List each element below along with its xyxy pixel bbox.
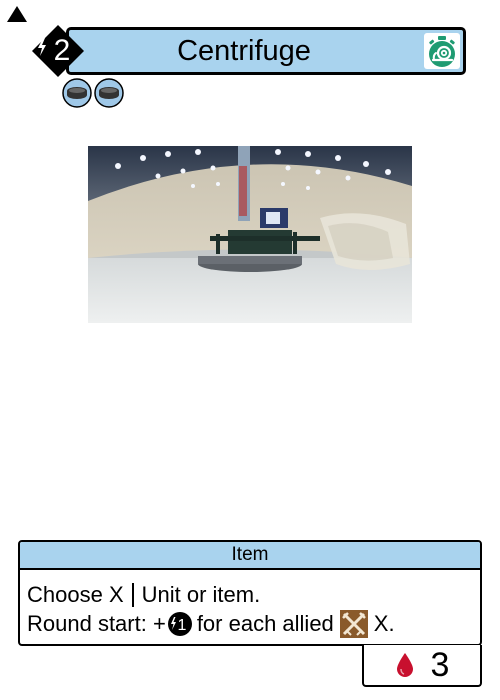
rules-text: Choose X Unit or item. Round start: + 1 … [20,570,480,638]
stat-box: 3 [362,645,482,687]
coin-icon [94,78,124,108]
separator-bar [131,582,134,607]
cost-value: 2 [53,34,71,67]
card-type-line: Item [20,542,480,570]
stat-value: 3 [430,645,450,684]
card-art-image [88,146,412,323]
coin-icon [62,78,92,108]
rules-line2-middle: for each allied [196,611,334,636]
blood-drop-icon [395,652,415,678]
crossed-tools-icon [339,609,368,638]
coin-row [62,78,124,108]
rules-line-1: Choose X Unit or item. [27,580,480,609]
energy-token-value: 1 [177,617,186,634]
card-title-bar: Centrifuge [66,27,466,75]
snail-timer-icon [424,33,460,69]
card-name: Centrifuge [177,34,311,67]
rules-line1-target: Unit or item. [141,582,261,607]
energy-token-icon: 1 [167,611,193,637]
rules-line1-choice: Choose X [27,582,124,607]
rules-line2-suffix: X. [373,611,395,636]
triangle-marker-icon [7,6,27,22]
rules-line-2: Round start: + 1 for each allied X. [27,609,480,638]
rules-line2-prefix: Round start: + [27,611,166,636]
rules-text-box: Item Choose X Unit or item. Round start:… [18,540,482,646]
